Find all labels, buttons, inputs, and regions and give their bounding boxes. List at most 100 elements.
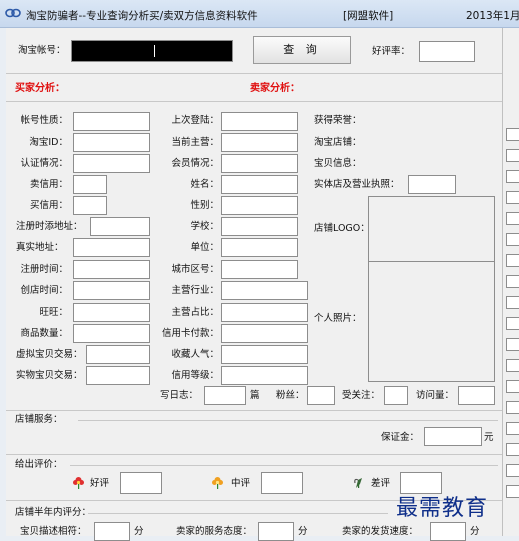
desc-match-label: 宝贝描述相符： bbox=[20, 526, 87, 537]
license-label: 实体店及营业执照： bbox=[314, 179, 400, 190]
desc-match-field[interactable] bbox=[94, 522, 130, 541]
edge-field[interactable] bbox=[506, 233, 519, 246]
deposit-unit: 元 bbox=[484, 432, 494, 443]
goods-count-field[interactable] bbox=[73, 324, 150, 343]
buy-credit-field[interactable] bbox=[73, 196, 107, 215]
goods-count-label: 商品数量： bbox=[20, 328, 68, 339]
group-line bbox=[88, 513, 388, 514]
deposit-field[interactable] bbox=[424, 427, 482, 446]
area-code-field[interactable] bbox=[221, 260, 298, 279]
shop-label: 淘宝店铺： bbox=[314, 137, 362, 148]
edge-field[interactable] bbox=[506, 485, 519, 498]
credit-level-field[interactable] bbox=[221, 366, 308, 385]
logo-label: 店铺LOGO： bbox=[314, 223, 370, 234]
account-type-field[interactable] bbox=[73, 112, 150, 131]
edge-field[interactable] bbox=[506, 191, 519, 204]
blog-field[interactable] bbox=[204, 386, 246, 405]
account-type-label: 帐号性质： bbox=[20, 115, 68, 126]
divider bbox=[6, 454, 502, 455]
edge-field[interactable] bbox=[506, 128, 519, 141]
company-field[interactable] bbox=[221, 238, 298, 257]
last-login-field[interactable] bbox=[221, 112, 298, 131]
edge-field[interactable] bbox=[506, 212, 519, 225]
baby-info-label: 宝贝信息： bbox=[314, 158, 362, 169]
real-address-label: 真实地址： bbox=[16, 242, 64, 253]
followed-field[interactable] bbox=[384, 386, 408, 405]
main-panel: 淘宝帐号： 查 询 好评率： 买家分析： 卖家分析： 帐号性质： 淘宝ID： 认… bbox=[6, 28, 502, 541]
shop-service-title: 店铺服务： bbox=[15, 414, 63, 425]
credit-level-label: 信用等级： bbox=[171, 370, 219, 381]
group-line bbox=[78, 420, 498, 421]
main-business-field[interactable] bbox=[221, 133, 298, 152]
service-field[interactable] bbox=[258, 522, 294, 541]
watermark: 最需教育 bbox=[396, 496, 489, 521]
mid-rating-flower-icon bbox=[212, 477, 223, 489]
real-address-field[interactable] bbox=[73, 238, 150, 257]
photo-label: 个人照片： bbox=[314, 313, 362, 324]
app-icon bbox=[5, 8, 21, 18]
name-field[interactable] bbox=[221, 175, 298, 194]
taobao-id-field[interactable] bbox=[73, 133, 150, 152]
edge-field[interactable] bbox=[506, 149, 519, 162]
last-login-label: 上次登陆： bbox=[171, 115, 219, 126]
share-label: 主营占比： bbox=[171, 307, 219, 318]
favorites-field[interactable] bbox=[221, 345, 308, 364]
vendor-label: [网盟软件] bbox=[343, 10, 394, 22]
virtual-trade-field[interactable] bbox=[86, 345, 150, 364]
ship-speed-field[interactable] bbox=[430, 522, 466, 541]
visits-field[interactable] bbox=[458, 386, 495, 405]
divider bbox=[6, 73, 502, 74]
license-field[interactable] bbox=[408, 175, 456, 194]
edge-field[interactable] bbox=[506, 464, 519, 477]
verify-field[interactable] bbox=[73, 154, 150, 173]
sell-credit-field[interactable] bbox=[73, 175, 107, 194]
reg-time-field[interactable] bbox=[73, 260, 150, 279]
share-field[interactable] bbox=[221, 303, 308, 322]
edge-field[interactable] bbox=[506, 443, 519, 456]
mid-rating-field[interactable] bbox=[261, 472, 303, 494]
edge-field[interactable] bbox=[506, 170, 519, 183]
half-year-title: 店铺半年内评分： bbox=[15, 507, 92, 518]
industry-label: 主营行业： bbox=[171, 285, 219, 296]
member-label: 会员情况： bbox=[171, 158, 219, 169]
honor-label: 获得荣誉： bbox=[314, 115, 362, 126]
buyer-analysis-title: 买家分析： bbox=[15, 83, 65, 94]
edge-field[interactable] bbox=[506, 254, 519, 267]
edge-field[interactable] bbox=[506, 296, 519, 309]
real-trade-label: 实物宝贝交易： bbox=[16, 370, 83, 381]
given-ratings-title: 给出评价： bbox=[15, 459, 63, 470]
edge-field[interactable] bbox=[506, 275, 519, 288]
sell-credit-label: 卖信用： bbox=[29, 179, 68, 190]
favorites-label: 收藏人气： bbox=[171, 349, 219, 360]
reg-address-field[interactable] bbox=[90, 217, 150, 236]
company-label: 单位： bbox=[190, 242, 219, 253]
edge-field[interactable] bbox=[506, 317, 519, 330]
main-business-label: 当前主营： bbox=[171, 137, 219, 148]
shop-time-field[interactable] bbox=[73, 281, 150, 300]
account-label: 淘宝帐号： bbox=[18, 45, 66, 56]
industry-field[interactable] bbox=[221, 281, 308, 300]
fans-field[interactable] bbox=[307, 386, 335, 405]
right-panel-edge bbox=[502, 28, 519, 536]
query-button[interactable]: 查 询 bbox=[253, 36, 351, 64]
good-rating-field[interactable] bbox=[120, 472, 162, 494]
edge-field[interactable] bbox=[506, 422, 519, 435]
rating-field[interactable] bbox=[419, 41, 475, 62]
group-line bbox=[70, 465, 498, 466]
blog-label: 写日志： bbox=[160, 390, 199, 401]
divider bbox=[6, 101, 502, 102]
gender-field[interactable] bbox=[221, 196, 298, 215]
school-field[interactable] bbox=[221, 217, 298, 236]
wangwang-field[interactable] bbox=[73, 303, 150, 322]
edge-field[interactable] bbox=[506, 338, 519, 351]
shop-time-label: 创店时间： bbox=[20, 285, 68, 296]
edge-field[interactable] bbox=[506, 380, 519, 393]
real-trade-field[interactable] bbox=[86, 366, 150, 385]
edge-field[interactable] bbox=[506, 359, 519, 372]
account-input[interactable] bbox=[71, 40, 233, 62]
credit-card-field[interactable] bbox=[221, 324, 308, 343]
seller-analysis-title: 卖家分析： bbox=[250, 83, 300, 94]
virtual-trade-label: 虚拟宝贝交易： bbox=[16, 349, 83, 360]
edge-field[interactable] bbox=[506, 401, 519, 414]
member-field[interactable] bbox=[221, 154, 298, 173]
